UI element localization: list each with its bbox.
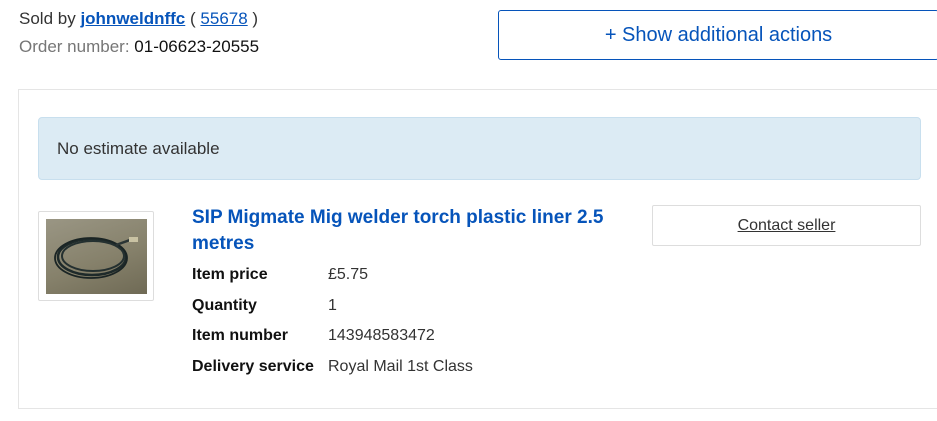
seller-feedback-score-link[interactable]: 55678 <box>200 9 247 28</box>
delivery-service-value: Royal Mail 1st Class <box>328 358 473 375</box>
show-additional-actions-button[interactable]: + Show additional actions <box>498 10 937 60</box>
delivery-service-label: Delivery service <box>192 358 314 375</box>
contact-seller-button[interactable]: Contact seller <box>652 205 921 246</box>
item-price-value: £5.75 <box>328 266 369 283</box>
item-title-link[interactable]: SIP Migmate Mig welder torch plastic lin… <box>192 205 612 257</box>
sold-by-label: Sold by <box>19 9 76 28</box>
item-number-value: 143948583472 <box>328 327 435 344</box>
item-number-label: Item number <box>192 327 289 344</box>
feedback-close-paren: ) <box>252 9 259 28</box>
item-price-label: Item price <box>192 266 268 283</box>
order-number-line: Order number: 01-06623-20555 <box>19 37 259 57</box>
estimate-message: No estimate available <box>57 138 220 158</box>
seller-name-link[interactable]: johnweldnffc <box>80 9 185 28</box>
item-photo <box>46 219 147 294</box>
order-number-value: 01-06623-20555 <box>134 37 260 56</box>
sold-by-line: Sold by johnweldnffc ( 55678 ) <box>19 9 258 29</box>
order-details-page: Sold by johnweldnffc ( 55678 ) Order num… <box>0 0 937 421</box>
coiled-liner-image <box>54 237 138 279</box>
quantity-label: Quantity <box>192 297 257 314</box>
quantity-value: 1 <box>328 297 337 314</box>
item-thumbnail[interactable] <box>38 211 154 301</box>
order-number-label: Order number: <box>19 37 130 56</box>
feedback-open-paren: ( <box>190 9 196 28</box>
delivery-estimate-banner: No estimate available <box>38 117 921 180</box>
